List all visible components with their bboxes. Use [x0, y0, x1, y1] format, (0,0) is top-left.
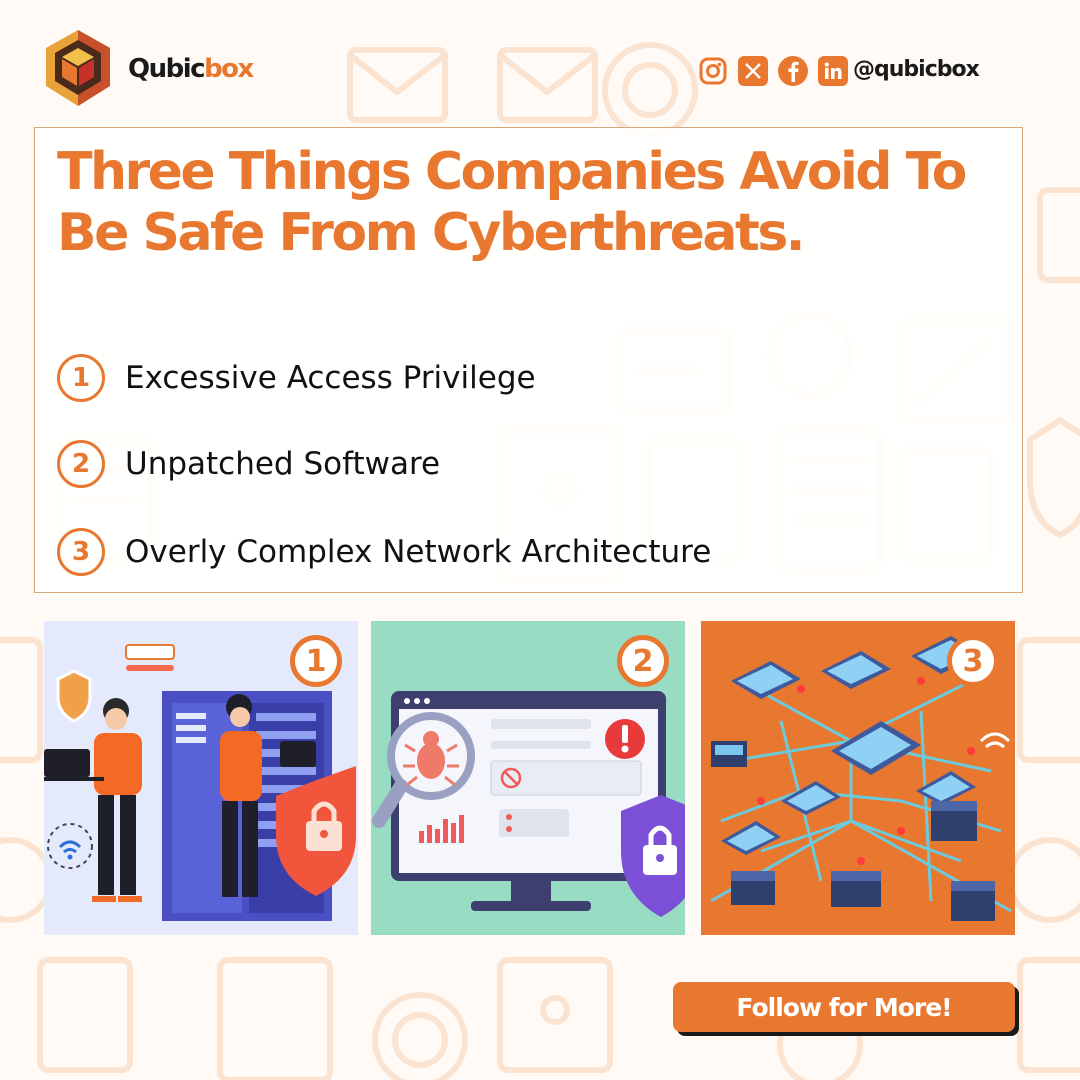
qubicbox-logo	[46, 30, 110, 106]
item-label: Unpatched Software	[125, 446, 441, 482]
follow-button[interactable]: Follow for More!	[673, 982, 1015, 1032]
item-label: Excessive Access Privilege	[125, 360, 536, 396]
panel-number-badge: 2	[617, 635, 669, 687]
content-box: Three Things Companies Avoid To Be Safe …	[34, 127, 1023, 593]
list-item-1: 1 Excessive Access Privilege	[57, 350, 536, 406]
panel-number-badge: 3	[947, 635, 999, 687]
post-canvas: Qubicbox @qubicbox Three Things Companie…	[0, 0, 1080, 1080]
item-number-badge: 1	[57, 354, 105, 402]
instagram-icon[interactable]	[698, 56, 728, 86]
list-item-3: 3 Overly Complex Network Architecture	[57, 524, 711, 580]
item-number-badge: 3	[57, 528, 105, 576]
illustration-panel-2: 2	[371, 621, 685, 935]
social-links	[698, 56, 848, 86]
social-handle[interactable]: @qubicbox	[853, 57, 980, 82]
list-item-2: 2 Unpatched Software	[57, 436, 440, 492]
brand-name-accent: box	[204, 54, 254, 84]
item-label: Overly Complex Network Architecture	[125, 534, 712, 570]
panel-number-badge: 1	[290, 635, 342, 687]
illustration-panel-1: 1	[44, 621, 358, 935]
linkedin-icon[interactable]	[818, 56, 848, 86]
x-icon[interactable]	[738, 56, 768, 86]
item-number-badge: 2	[57, 440, 105, 488]
brand-name-main: Qubic	[128, 54, 206, 84]
facebook-icon[interactable]	[778, 56, 808, 86]
illustration-panel-3: 3	[701, 621, 1015, 935]
headline: Three Things Companies Avoid To Be Safe …	[57, 142, 967, 263]
brand-wordmark: Qubicbox	[128, 54, 254, 84]
